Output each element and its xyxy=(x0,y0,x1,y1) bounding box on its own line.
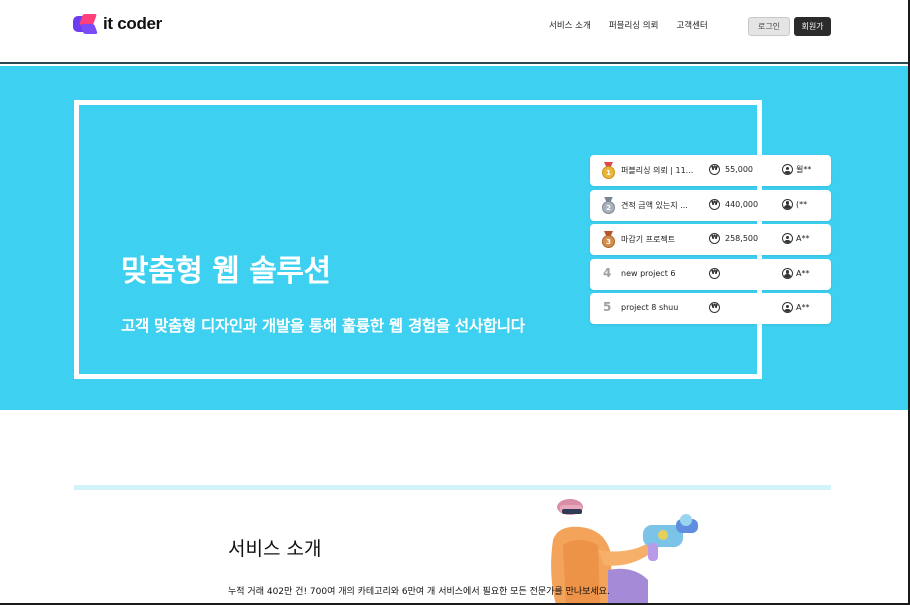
nav-item-customer-center[interactable]: 고객센터 xyxy=(676,20,707,32)
user-icon xyxy=(782,233,793,244)
ranking-user: A** xyxy=(782,233,809,244)
won-icon: ₩ xyxy=(709,164,720,175)
ranking-card[interactable]: 4 new project 6 ₩ A** xyxy=(590,258,831,290)
signup-button[interactable]: 회원가입 xyxy=(794,17,831,48)
top-header: it coder 서비스 소개 퍼블리싱 의뢰 고객센터 로그인 회원가입 xyxy=(0,0,908,64)
user-icon xyxy=(782,164,793,175)
ranking-title: 마감기 프로젝트 xyxy=(621,235,676,244)
nav-item-publishing-request[interactable]: 퍼블리싱 의뢰 xyxy=(609,20,659,32)
ranking-title: 견적 금액 있는지 ... xyxy=(621,200,688,210)
main-nav: 서비스 소개 퍼블리싱 의뢰 고객센터 xyxy=(549,20,708,32)
user-icon xyxy=(782,198,793,210)
ranking-price: ₩258,500 xyxy=(709,233,758,244)
silver-medal-icon: 2 xyxy=(600,196,616,214)
service-intro-description: 누적 거래 402만 건! 700여 개의 카테고리와 6만여 개 서비스에서 … xyxy=(228,587,610,597)
service-intro-title: 서비스 소개 xyxy=(228,538,322,560)
won-icon: ₩ xyxy=(709,302,720,313)
ranking-user: (** xyxy=(782,198,807,210)
won-icon: ₩ xyxy=(709,267,720,279)
gold-medal-icon: 1 xyxy=(600,162,616,179)
ranking-title: project 8 shuu xyxy=(621,303,679,312)
ranking-price: ₩440,000 xyxy=(709,198,758,210)
hero-title: 맞춤형 웹 솔루션 xyxy=(121,254,331,289)
page-frame: it coder 서비스 소개 퍼블리싱 의뢰 고객센터 로그인 회원가입 맞춤… xyxy=(0,0,910,605)
bronze-medal-icon: 3 xyxy=(600,231,616,248)
ranking-card[interactable]: 5 project 8 shuu ₩ A** xyxy=(590,293,831,324)
user-icon xyxy=(782,302,793,313)
ranking-price: ₩ xyxy=(709,267,725,279)
ranking-user: 윌** xyxy=(782,164,811,175)
ranking-card[interactable]: 1 퍼블리싱 의뢰 | 11... ₩55,000 윌** xyxy=(590,155,831,186)
ranking-user: A** xyxy=(782,267,809,279)
section-divider xyxy=(74,485,831,490)
won-icon: ₩ xyxy=(709,198,720,210)
ranking-list: 1 퍼블리싱 의뢰 | 11... ₩55,000 윌** 2 견적 금액 있는… xyxy=(590,155,831,328)
login-button[interactable]: 로그인 xyxy=(748,17,790,36)
site-logo[interactable]: it coder xyxy=(73,14,162,34)
logo-mark-icon xyxy=(73,14,98,34)
won-icon: ₩ xyxy=(709,233,720,244)
ranking-card[interactable]: 3 마감기 프로젝트 ₩258,500 A** xyxy=(590,224,831,255)
ranking-user: A** xyxy=(782,302,809,313)
ranking-number: 5 xyxy=(603,300,612,314)
logo-text: it coder xyxy=(103,14,163,33)
ranking-price: ₩55,000 xyxy=(709,164,753,175)
ranking-title: 퍼블리싱 의뢰 | 11... xyxy=(621,166,694,175)
user-icon xyxy=(782,267,793,279)
hero-subtitle: 고객 맞춤형 디자인과 개발을 통해 훌륭한 웹 경험을 선사합니다 xyxy=(121,317,525,335)
ranking-number: 4 xyxy=(603,265,612,280)
ranking-title: new project 6 xyxy=(621,268,676,278)
nav-item-service-intro[interactable]: 서비스 소개 xyxy=(549,20,591,32)
ranking-card[interactable]: 2 견적 금액 있는지 ... ₩440,000 (** xyxy=(590,189,831,221)
ranking-price: ₩ xyxy=(709,302,725,313)
